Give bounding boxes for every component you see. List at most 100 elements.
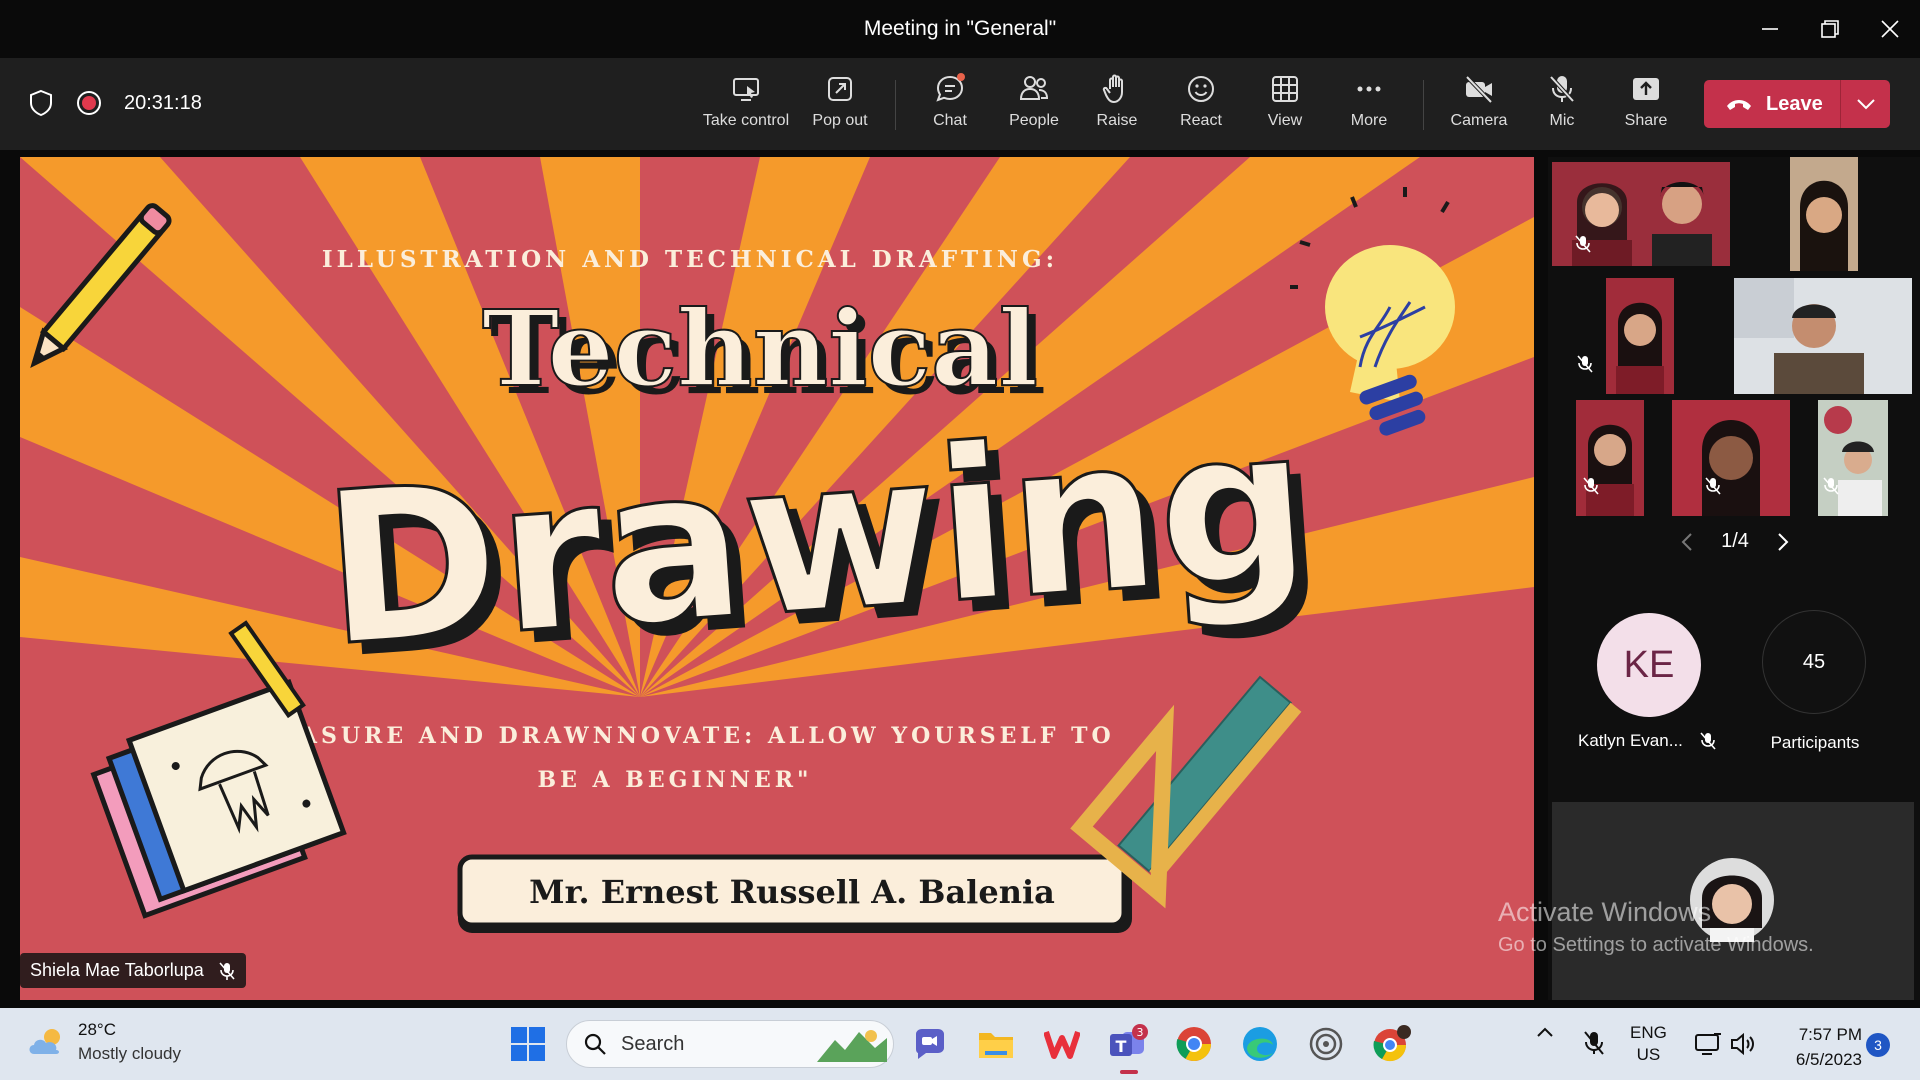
share-button[interactable]: Share	[1601, 72, 1691, 140]
taskbar-app[interactable]	[1304, 1022, 1348, 1066]
take-control-icon	[733, 78, 759, 101]
mic-muted-icon	[219, 961, 235, 980]
video-tile[interactable]	[1734, 278, 1912, 394]
taskbar-chrome-profile[interactable]	[1370, 1022, 1414, 1066]
video-tile[interactable]	[1818, 400, 1888, 516]
chat-icon	[936, 73, 965, 102]
close-button[interactable]	[1862, 10, 1918, 48]
connect-icon	[1309, 1027, 1343, 1061]
tray-volume[interactable]	[1730, 1032, 1756, 1061]
slide-quote-line1: "MEASURE AND DRAWNNOVATE: ALLOW YOURSELF…	[235, 723, 1114, 749]
meeting-status: 20:31:18	[28, 89, 202, 117]
taskbar-teams[interactable]: T3	[1106, 1022, 1150, 1074]
presenter-label: Shiela Mae Taborlupa	[20, 953, 246, 988]
chat-button[interactable]: Chat	[905, 72, 995, 140]
take-control-button[interactable]: Take control	[701, 72, 791, 140]
avatar[interactable]: KE	[1597, 613, 1701, 717]
title-bar: Meeting in "General"	[0, 0, 1920, 58]
more-button[interactable]: More	[1324, 72, 1414, 140]
mic-muted-icon	[1583, 477, 1599, 495]
svg-text:T: T	[1116, 1037, 1127, 1056]
camera-button[interactable]: Camera	[1434, 72, 1524, 140]
taskbar-edge[interactable]	[1238, 1022, 1282, 1066]
shield-icon[interactable]	[28, 89, 54, 117]
gallery-page: 1/4	[1721, 530, 1749, 552]
language-indicator[interactable]: ENG US	[1630, 1022, 1667, 1066]
leave-button[interactable]: Leave	[1704, 80, 1890, 128]
tray-network[interactable]	[1694, 1032, 1722, 1061]
mic-muted-icon	[1823, 477, 1839, 495]
slide-quote-line2: BE A BEGINNER"	[538, 767, 813, 793]
video-tile[interactable]	[1672, 400, 1790, 516]
video-tile[interactable]	[1576, 400, 1644, 516]
wps-office-icon	[1044, 1031, 1080, 1059]
volume-icon	[1731, 1032, 1754, 1056]
shared-screen: ILLUSTRATION AND TECHNICAL DRAFTING: Tec…	[20, 157, 1534, 1000]
slide: ILLUSTRATION AND TECHNICAL DRAFTING: Tec…	[20, 157, 1534, 1000]
video-tile[interactable]	[1606, 278, 1674, 394]
edge-icon	[1243, 1027, 1277, 1061]
mic-muted-icon	[1577, 355, 1593, 373]
leave-options-button[interactable]	[1841, 80, 1890, 128]
taskbar-wps[interactable]	[1040, 1022, 1084, 1066]
tray-mic[interactable]	[1582, 1030, 1606, 1061]
folder-icon	[979, 1033, 1013, 1058]
grid-view-icon	[1272, 76, 1298, 102]
toolbar-divider	[1423, 80, 1424, 130]
toolbar-divider	[895, 80, 896, 130]
restore-button[interactable]	[1802, 10, 1858, 48]
search-icon	[584, 1033, 606, 1055]
more-icon	[1357, 86, 1381, 92]
minimize-button[interactable]	[1742, 10, 1798, 48]
weather-widget[interactable]: 28°C Mostly cloudy	[26, 1020, 181, 1064]
video-chat-icon	[916, 1029, 944, 1059]
activation-watermark: Activate Windows Go to Settings to activ…	[1498, 897, 1814, 956]
chevron-left-icon[interactable]	[1680, 532, 1694, 552]
taskbar-meet[interactable]	[908, 1022, 952, 1066]
chrome-profile-icon	[1373, 1025, 1411, 1062]
share-icon	[1633, 78, 1659, 100]
react-icon	[1188, 76, 1214, 102]
presenter-name: Mr. Ernest Russell A. Balenia	[529, 873, 1055, 911]
minimize-icon	[1762, 28, 1778, 30]
chrome-icon	[1176, 1027, 1211, 1061]
search-highlight-icon	[817, 1030, 887, 1062]
hang-up-icon	[1727, 100, 1751, 110]
mic-muted-icon	[1700, 732, 1716, 750]
video-tile[interactable]	[1552, 162, 1730, 266]
close-icon	[1881, 20, 1899, 38]
taskbar: 28°C Mostly cloudy Search T3 ENG US 7:57…	[0, 1008, 1920, 1080]
show-hidden-icons[interactable]	[1536, 1024, 1554, 1047]
mic-button[interactable]: Mic	[1517, 72, 1607, 140]
raise-hand-icon	[1102, 74, 1123, 103]
start-button[interactable]	[506, 1022, 550, 1066]
taskbar-chrome[interactable]	[1172, 1022, 1216, 1066]
taskbar-file-explorer[interactable]	[974, 1022, 1018, 1066]
mic-muted-icon	[1575, 235, 1591, 253]
leave-main[interactable]: Leave	[1704, 80, 1840, 128]
people-button[interactable]: People	[989, 72, 1079, 140]
windows-logo-icon	[511, 1027, 545, 1061]
notification-badge[interactable]: 3	[1866, 1033, 1890, 1057]
video-tile[interactable]	[1790, 157, 1858, 271]
chevron-right-icon[interactable]	[1776, 532, 1790, 552]
chevron-up-icon	[1537, 1027, 1553, 1037]
svg-text:3: 3	[1137, 1026, 1144, 1039]
mic-off-icon	[1549, 75, 1575, 103]
participant-name: Katlyn Evan...	[1578, 731, 1717, 751]
people-icon	[1019, 76, 1049, 100]
raise-hand-button[interactable]: Raise	[1072, 72, 1162, 140]
react-button[interactable]: React	[1156, 72, 1246, 140]
pop-out-button[interactable]: Pop out	[795, 72, 885, 140]
network-icon	[1695, 1033, 1721, 1055]
participants-count[interactable]: 45	[1762, 610, 1866, 714]
taskbar-search[interactable]: Search	[566, 1020, 894, 1068]
meeting-timer: 20:31:18	[124, 91, 202, 114]
gallery-pager: 1/4	[1680, 530, 1790, 553]
slide-subtitle: ILLUSTRATION AND TECHNICAL DRAFTING:	[322, 246, 1058, 273]
taskbar-clock[interactable]: 7:57 PM 6/5/2023	[1774, 1022, 1862, 1072]
mic-muted-icon	[1705, 477, 1721, 495]
mic-muted-icon	[1584, 1031, 1604, 1055]
view-button[interactable]: View	[1240, 72, 1330, 140]
pop-out-icon	[828, 77, 852, 101]
